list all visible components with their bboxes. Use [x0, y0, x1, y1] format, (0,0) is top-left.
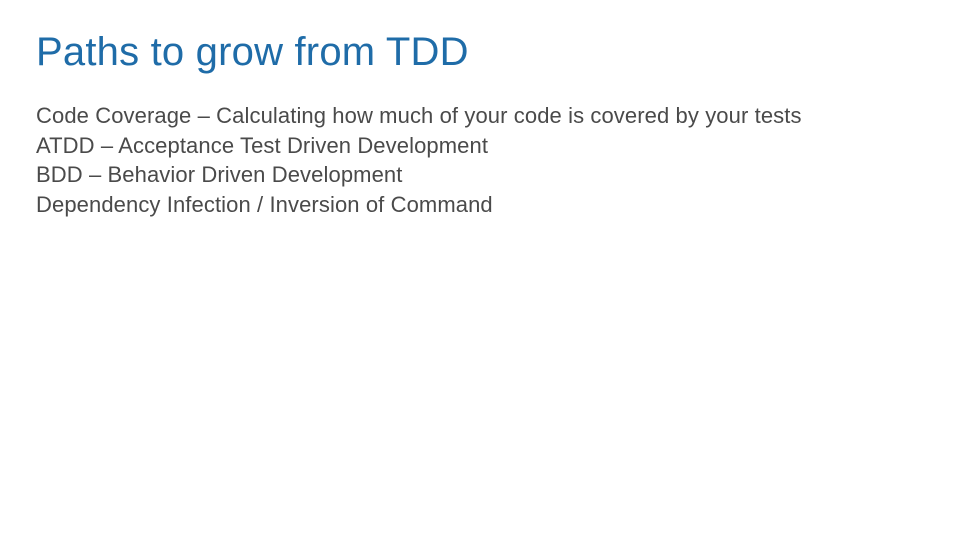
body-line: Dependency Infection / Inversion of Comm… — [36, 190, 924, 220]
body-line: Code Coverage – Calculating how much of … — [36, 101, 924, 131]
slide-body: Code Coverage – Calculating how much of … — [36, 101, 924, 220]
body-line: BDD – Behavior Driven Development — [36, 160, 924, 190]
body-line: ATDD – Acceptance Test Driven Developmen… — [36, 131, 924, 161]
slide-title: Paths to grow from TDD — [36, 30, 924, 75]
slide-container: Paths to grow from TDD Code Coverage – C… — [0, 0, 960, 250]
